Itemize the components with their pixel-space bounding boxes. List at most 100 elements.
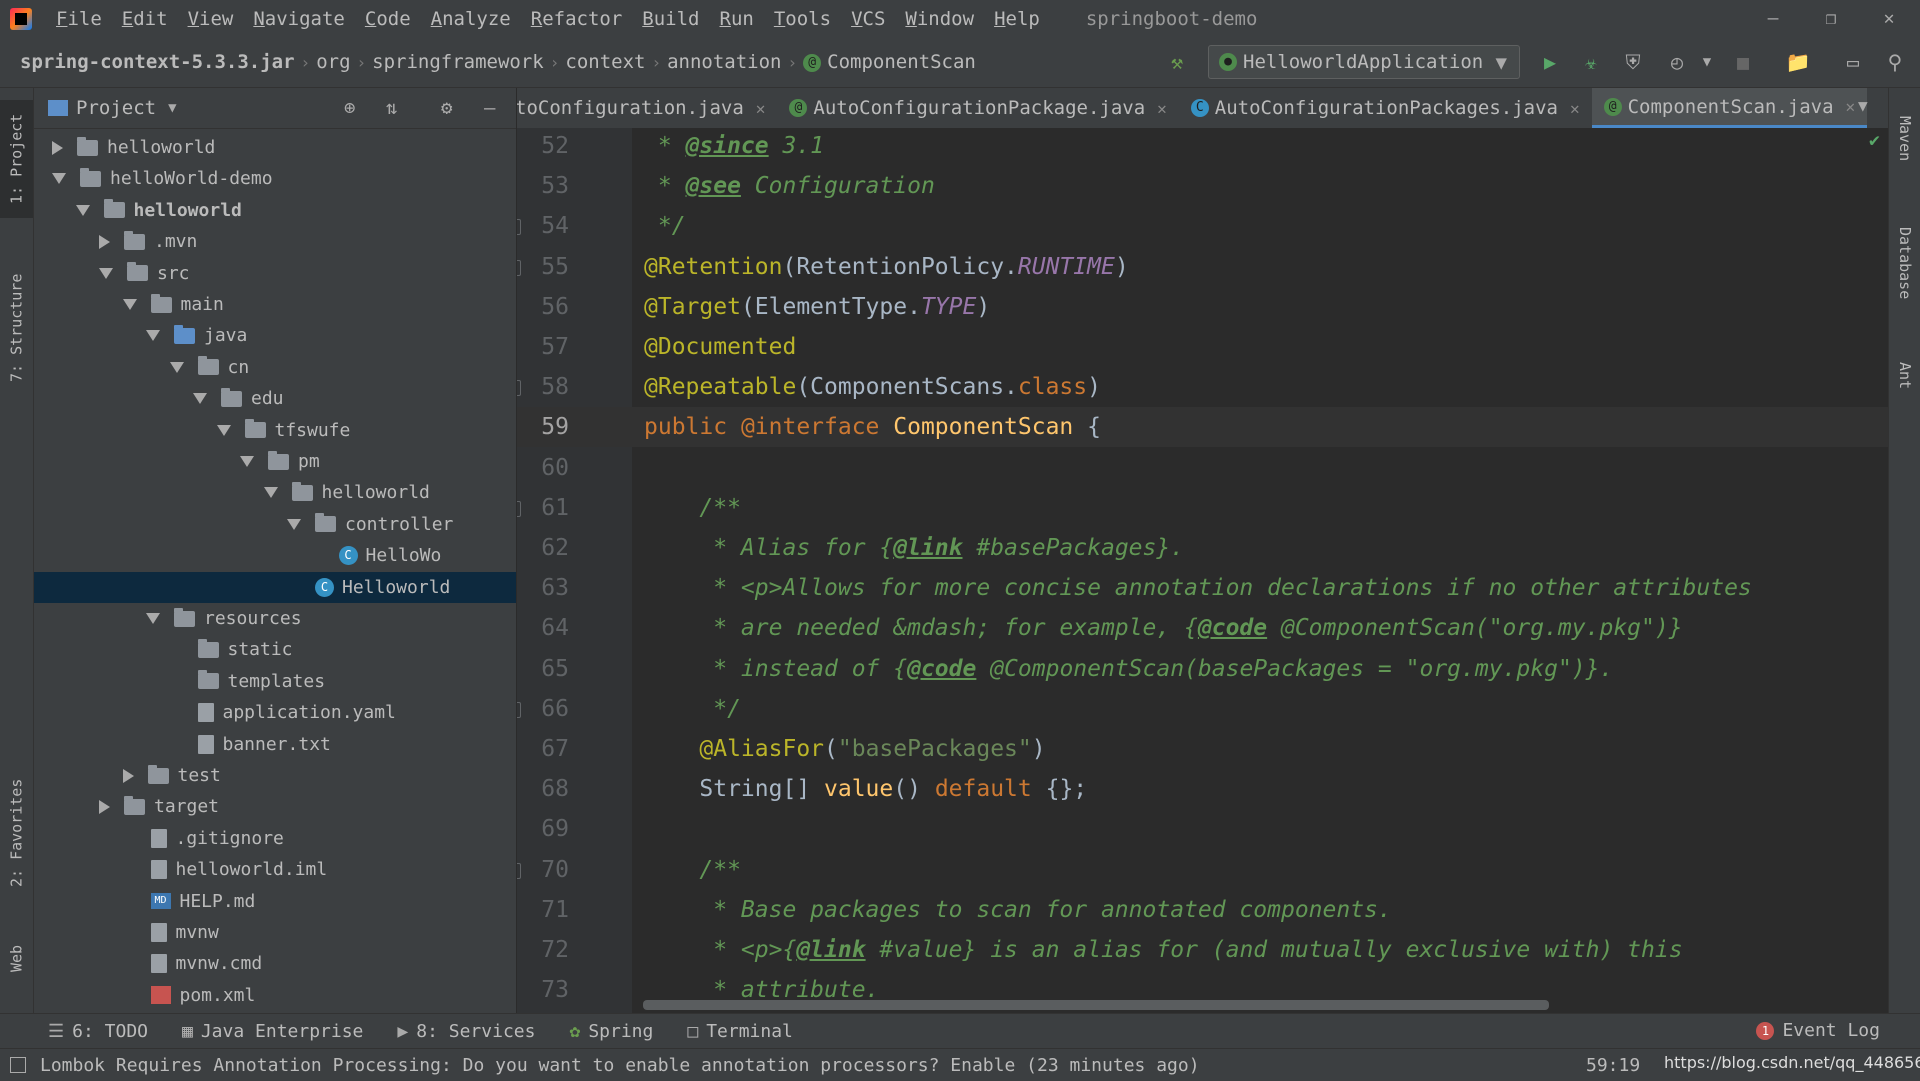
tree-item[interactable]: test [34,760,516,791]
spring-tool-button[interactable]: ✿ Spring [569,1021,653,1042]
expanded-arrow-icon[interactable] [146,613,160,624]
editor-horizontal-scrollbar[interactable] [643,1000,1549,1010]
editor-tab[interactable]: toConfiguration.java ✕ [517,88,777,128]
expanded-arrow-icon[interactable] [216,424,231,436]
close-icon[interactable]: ✕ [1860,0,1918,37]
close-tab-icon[interactable]: ✕ [756,99,766,118]
breadcrumb-item[interactable]: org [310,51,356,73]
breadcrumb-item[interactable]: context [559,51,651,73]
editor-tab[interactable]: @ AutoConfigurationPackage.java ✕ [777,88,1178,128]
expanded-arrow-icon[interactable] [75,204,90,216]
menu-item-tools[interactable]: Tools [764,8,841,30]
tree-item[interactable]: target [34,791,516,822]
web-tool-tab[interactable]: Web [0,928,33,988]
editor-tab[interactable]: @ ComponentScan.java ✕ [1591,88,1868,128]
expanded-arrow-icon[interactable] [146,330,160,342]
close-tab-icon[interactable]: ✕ [1570,99,1580,118]
caret-position[interactable]: 59:19 [1586,1055,1640,1076]
restore-icon[interactable]: ❐ [1802,0,1860,37]
todo-tool-button[interactable]: ☰ 6: TODO [48,1021,148,1042]
expanded-arrow-icon[interactable] [122,299,137,310]
tree-item[interactable]: pm [34,446,516,477]
expanded-arrow-icon[interactable] [263,487,278,499]
maven-tool-tab[interactable]: Maven [1889,94,1920,184]
menu-item-code[interactable]: Code [355,8,421,30]
stop-icon[interactable]: ■ [1730,49,1756,75]
build-hammer-icon[interactable]: ⚒ [1164,49,1190,75]
tree-item[interactable]: java [34,320,516,351]
menu-item-build[interactable]: Build [632,8,709,30]
menu-item-view[interactable]: View [178,8,244,30]
breadcrumb-item[interactable]: annotation [661,51,787,73]
services-tool-button[interactable]: ▶ 8: Services [397,1021,535,1042]
java-enterprise-tool-button[interactable]: ▦ Java Enterprise [182,1021,363,1042]
structure-tool-tab[interactable]: 7: Structure [0,258,33,398]
breadcrumb-item[interactable]: @ ComponentScan [797,51,982,73]
menu-item-run[interactable]: Run [710,8,764,30]
breadcrumb-item[interactable]: springframework [366,51,550,73]
expanded-arrow-icon[interactable] [99,267,113,279]
gear-icon[interactable]: ⚙ [441,97,452,119]
menu-item-vcs[interactable]: VCS [841,8,895,30]
search-icon[interactable]: ⚲ [1882,49,1908,75]
tree-item[interactable]: templates [34,666,516,697]
run-configuration-select[interactable]: ● HelloworldApplication ▼ [1208,45,1520,79]
tree-item[interactable]: controller [34,509,516,540]
favorites-tool-tab[interactable]: 2: Favorites [0,768,33,898]
project-tool-tab[interactable]: 1: Project [0,100,33,218]
tabs-dropdown-icon[interactable]: ▼ [1858,96,1868,115]
chevron-down-icon[interactable]: ▼ [168,100,176,116]
tree-item[interactable]: MD HELP.md [34,886,516,917]
collapsed-arrow-icon[interactable] [99,234,110,249]
project-structure-icon[interactable]: 📁 [1785,49,1811,75]
run-icon[interactable]: ▶ [1537,49,1563,75]
breadcrumb-item[interactable]: spring-context-5.3.3.jar [0,51,301,73]
collapsed-arrow-icon[interactable] [122,768,134,783]
collapse-all-icon[interactable]: ⇅ [386,97,397,119]
locate-icon[interactable]: ⊕ [344,97,355,119]
project-panel-title[interactable]: Project [76,97,156,119]
close-tab-icon[interactable]: ✕ [1846,97,1856,116]
status-message[interactable]: Lombok Requires Annotation Processing: D… [40,1055,1200,1076]
menu-item-window[interactable]: Window [895,8,984,30]
tree-item[interactable]: helloWorld-demo [34,163,516,194]
expanded-arrow-icon[interactable] [240,456,254,467]
tree-item[interactable]: banner.txt [34,729,516,760]
tree-item[interactable]: resources [34,603,516,634]
editor-tab[interactable]: C AutoConfigurationPackages.java ✕ [1179,88,1592,128]
tree-item[interactable]: .mvn [34,226,516,257]
expanded-arrow-icon[interactable] [193,393,207,405]
collapsed-arrow-icon[interactable] [52,140,63,155]
hide-panel-icon[interactable]: — [484,97,495,119]
terminal-tool-button[interactable]: □ Terminal [687,1021,793,1042]
coverage-icon[interactable]: ⛨ [1620,49,1646,75]
tree-item[interactable]: helloworld [34,195,516,226]
tree-item[interactable]: application.yaml [34,697,516,728]
tree-item[interactable]: .gitignore [34,823,516,854]
tree-item[interactable]: helloworld [34,477,516,508]
tree-item[interactable]: mvnw [34,917,516,948]
tree-item[interactable]: static [34,634,516,665]
close-tab-icon[interactable]: ✕ [1157,99,1167,118]
code-editor[interactable]: 52 * @since 3.1 53 * @see Configuration 54… [517,128,1888,1013]
tree-item[interactable]: mvnw.cmd [34,948,516,979]
tree-item[interactable]: helloworld [34,132,516,163]
tree-item[interactable]: helloworld.iml [34,854,516,885]
menu-item-analyze[interactable]: Analyze [421,8,521,30]
database-tool-tab[interactable]: Database [1889,208,1920,318]
expanded-arrow-icon[interactable] [287,518,301,530]
expanded-arrow-icon[interactable] [169,361,184,373]
tree-item[interactable]: cn [34,352,516,383]
menu-item-refactor[interactable]: Refactor [521,8,633,30]
tree-item[interactable]: src [34,258,516,289]
profile-icon[interactable]: ◴ [1664,49,1690,75]
ant-tool-tab[interactable]: Ant [1889,346,1920,406]
presentation-icon[interactable]: ▭ [1840,49,1866,75]
expanded-arrow-icon[interactable] [52,173,66,185]
tree-item[interactable]: main [34,289,516,320]
menu-item-navigate[interactable]: Navigate [243,8,355,30]
toggle-tool-windows-icon[interactable] [10,1057,26,1073]
menu-item-edit[interactable]: Edit [112,8,178,30]
tree-item[interactable]: tfswufe [34,415,516,446]
tree-item[interactable]: C HelloWo [34,540,516,571]
